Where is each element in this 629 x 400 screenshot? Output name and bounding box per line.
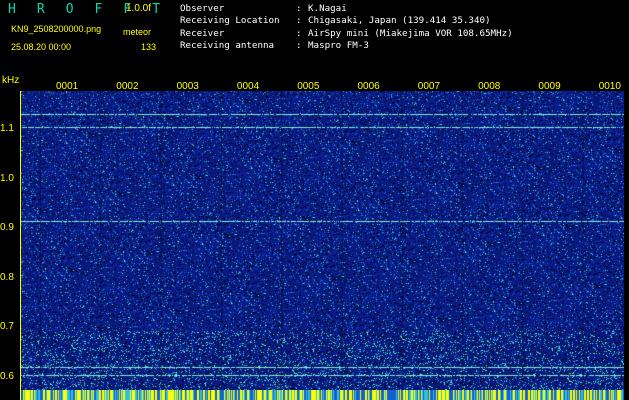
info-row-observer: Observer : K.Nagai (180, 3, 513, 15)
datetime-label: 25.08.20 00:00 (11, 42, 72, 52)
observation-info: Observer : K.Nagai Receiving Location : … (180, 3, 513, 52)
info-separator: : (296, 15, 302, 27)
info-label: Receiving antenna (180, 39, 275, 51)
info-row-location: Receiving Location : Chigasaki, Japan (1… (180, 15, 513, 27)
info-value: Maspro FM-3 (308, 39, 369, 51)
mode-label: meteor (123, 27, 152, 37)
info-value: AirSpy mini (Miakejima VOR 108.65MHz) (308, 27, 513, 39)
frequency-tick-label: 0.9 (0, 222, 14, 234)
signal-level-bar (20, 390, 624, 400)
info-value: Chigasaki, Japan (139.414 35.340) (308, 15, 491, 27)
info-separator: : (296, 39, 302, 51)
frequency-tick-label: 0.6 (0, 371, 14, 382)
info-value: K.Nagai (308, 3, 347, 14)
info-separator: : (296, 27, 302, 39)
frequency-tick-label: 0.8 (0, 271, 14, 283)
frequency-unit-label: kHz (2, 75, 20, 86)
info-label: Receiver (180, 27, 225, 39)
frequency-tick-label: 1.0 (0, 172, 14, 184)
info-row-receiver: Receiver : AirSpy mini (Miakejima VOR 10… (180, 28, 513, 40)
spectrogram-canvas[interactable] (20, 91, 624, 390)
hrofft-window: H R O F F T 1.0.0f KN9_2508200000.png 25… (0, 0, 629, 400)
count-label: 133 (141, 42, 157, 52)
version-label: 1.0.0f (126, 3, 152, 14)
frequency-tick-label: 1.1 (0, 123, 14, 134)
filename-label: KN9_2508200000.png (11, 24, 102, 34)
frequency-tick-label: 0.7 (0, 321, 14, 333)
info-separator: : (296, 3, 302, 14)
info-row-antenna: Receiving antenna : Maspro FM-3 (180, 40, 513, 52)
info-label: Receiving Location (180, 15, 280, 27)
info-label: Observer (180, 3, 225, 14)
